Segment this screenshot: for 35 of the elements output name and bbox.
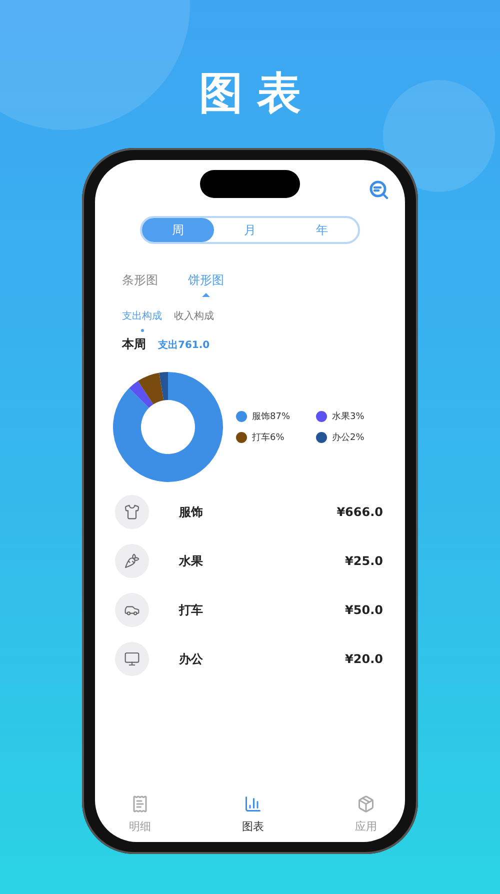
category-amount: ¥20.0	[345, 652, 383, 666]
category-name: 打车	[179, 602, 204, 618]
monitor-icon	[115, 642, 149, 676]
legend-label: 打车6%	[252, 432, 284, 444]
car-icon	[115, 593, 149, 627]
period-label: 本周	[122, 336, 146, 353]
total-expense: 支出761.0	[158, 338, 210, 352]
shirt-icon	[115, 495, 149, 529]
legend-label: 水果3%	[332, 410, 364, 423]
category-amount: ¥666.0	[336, 505, 383, 519]
search-icon[interactable]	[369, 180, 389, 200]
period-tab[interactable]: 年	[286, 218, 358, 242]
caret-icon	[202, 293, 210, 297]
legend-label: 办公2%	[332, 432, 364, 444]
nav-label[interactable]: 图表	[242, 819, 264, 834]
breakdown-tab[interactable]: 收入构成	[174, 309, 214, 323]
carrot-icon	[115, 544, 149, 578]
dot-icon	[140, 329, 144, 332]
nav-label[interactable]: 明细	[129, 819, 151, 834]
category-name: 水果	[179, 552, 204, 570]
nav-label[interactable]: 应用	[355, 819, 377, 834]
category-amount: ¥25.0	[345, 554, 383, 568]
bar-chart-icon[interactable]	[244, 795, 262, 813]
category-amount: ¥50.0	[345, 603, 383, 617]
chart-type-tab[interactable]: 饼形图	[188, 272, 224, 289]
page-title: 图表	[198, 67, 315, 121]
category-name: 服饰	[179, 504, 204, 520]
legend-label: 服饰87%	[252, 410, 290, 423]
breakdown-tab[interactable]: 支出构成	[122, 309, 162, 323]
category-name: 办公	[179, 650, 204, 668]
chart-type-tab[interactable]: 条形图	[122, 272, 158, 289]
receipt-icon[interactable]	[131, 795, 149, 813]
period-tab[interactable]: 周	[142, 218, 214, 242]
package-icon[interactable]	[357, 795, 375, 813]
period-tab[interactable]: 月	[214, 218, 286, 242]
